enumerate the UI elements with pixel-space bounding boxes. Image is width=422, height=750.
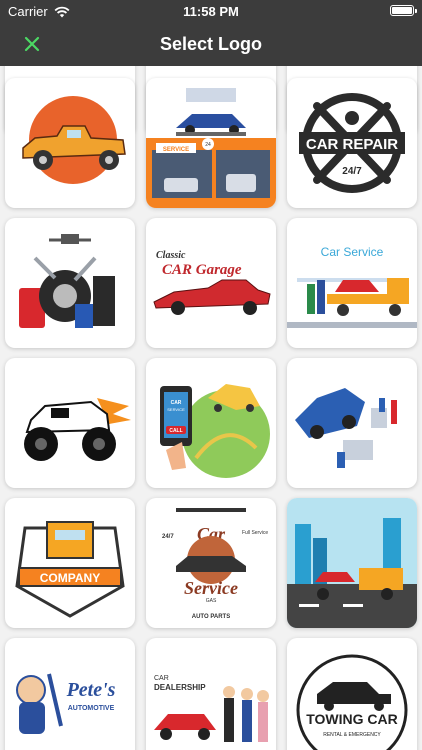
service-garage-image: SERVICE 24 <box>146 88 276 208</box>
company-truck-image: COMPANY <box>15 521 125 618</box>
classic-garage-image: Classic CAR Garage <box>153 250 271 315</box>
logo-petes-automotive[interactable]: Pete's AUTOMOTIVE <box>5 638 135 750</box>
logo-car-dealership[interactable]: CAR DEALERSHIP <box>146 638 276 750</box>
service-24-text: 24 <box>205 142 211 148</box>
phone-text-service: SERVICE <box>167 407 185 412</box>
logo-car-service-map[interactable]: CAR SERVICE CALL <box>146 358 276 488</box>
svc-247-text: 24/7 <box>162 534 174 540</box>
dealer-text-1: CAR <box>154 675 169 682</box>
logo-company-truck[interactable]: COMPANY <box>5 498 135 628</box>
car-dealership-image: CAR DEALERSHIP <box>154 675 269 742</box>
tow-truck-city-image <box>287 498 417 628</box>
logo-vintage-truck[interactable] <box>5 78 135 208</box>
towing-title: TOWING CAR <box>306 711 398 727</box>
car-insurance-image <box>295 388 397 468</box>
battery-level <box>392 7 412 14</box>
logo-car-repair[interactable]: CAR REPAIR 24/7 <box>287 78 417 208</box>
petes-automotive-image: Pete's AUTOMOTIVE <box>16 673 116 734</box>
nav-bar: Select Logo <box>0 22 422 66</box>
logo-car-insurance[interactable] <box>287 358 417 488</box>
garage-text-classic: Classic <box>156 250 186 261</box>
logo-monster-truck[interactable] <box>5 358 135 488</box>
battery-icon <box>390 5 417 16</box>
phone-text-call: CALL <box>169 428 182 434</box>
logo-classic-garage[interactable]: Classic CAR Garage <box>146 218 276 348</box>
car-repair-title: CAR REPAIR <box>306 136 398 153</box>
logo-car-service[interactable]: Car Service <box>287 218 417 348</box>
svc-gas-text: GAS <box>206 598 217 604</box>
car-service-map-image: CAR SERVICE CALL <box>160 384 270 478</box>
status-bar: Carrier 11:58 PM <box>0 0 422 22</box>
car-repair-image: CAR REPAIR 24/7 <box>299 93 405 193</box>
logo-towing-car[interactable]: TOWING CAR RENTAL & EMERGENCY <box>287 638 417 750</box>
logo-car-service-gas[interactable]: 24/7 Full Service Car Service GAS AUTO P… <box>146 498 276 628</box>
monster-truck-image <box>24 398 131 461</box>
phone-text-car: CAR <box>171 400 182 406</box>
petes-sub: AUTOMOTIVE <box>68 705 115 712</box>
logo-auto-parts[interactable] <box>5 218 135 348</box>
towing-car-image: TOWING CAR RENTAL & EMERGENCY <box>296 654 408 750</box>
car-service-image: Car Service <box>287 245 417 328</box>
petes-title: Pete's <box>66 679 116 701</box>
svc-full-text: Full Service <box>242 530 268 536</box>
logo-grid[interactable]: SERVICE 24 CAR REPAIR 24/7 Classic CAR G… <box>0 66 422 750</box>
company-text: COMPANY <box>40 571 100 585</box>
garage-text-title: CAR Garage <box>162 262 242 278</box>
dealer-text-2: DEALERSHIP <box>154 683 206 692</box>
svc-service-text: Service <box>184 578 238 598</box>
car-service-title: Car Service <box>321 245 384 259</box>
logo-tow-truck-city[interactable] <box>287 498 417 628</box>
auto-parts-image <box>19 234 115 328</box>
car-repair-sub: 24/7 <box>342 166 362 177</box>
status-time: 11:58 PM <box>183 4 239 19</box>
service-banner-text: SERVICE <box>163 147 189 153</box>
logo-service-garage[interactable]: SERVICE 24 <box>146 78 276 208</box>
svc-parts-text: AUTO PARTS <box>192 614 230 620</box>
towing-sub: RENTAL & EMERGENCY <box>323 732 381 738</box>
page-title: Select Logo <box>159 34 262 54</box>
car-service-gas-image: 24/7 Full Service Car Service GAS AUTO P… <box>162 508 268 620</box>
vintage-truck-image <box>22 96 126 184</box>
